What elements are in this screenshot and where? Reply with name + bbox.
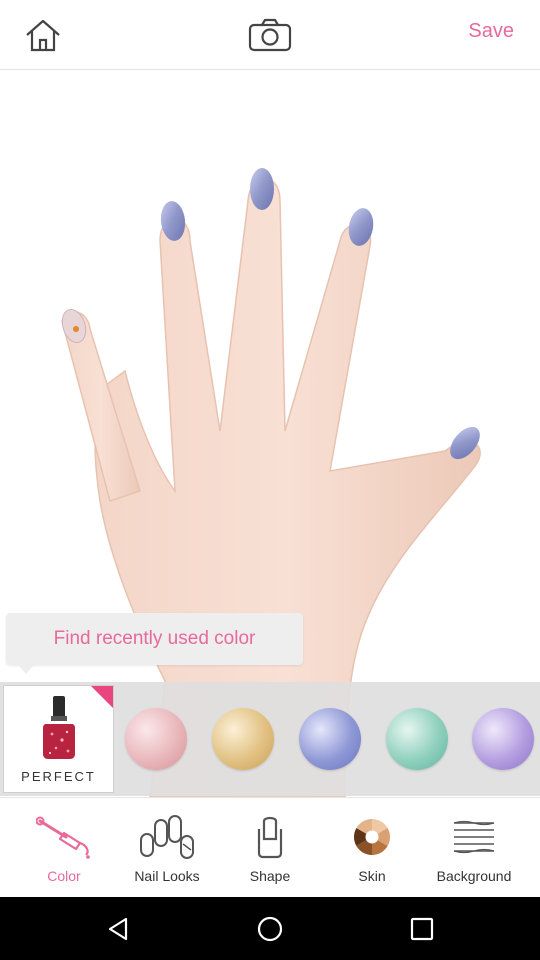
nail-shape-icon (257, 816, 283, 859)
recents-icon (410, 917, 434, 941)
camera-icon (248, 18, 292, 52)
nail-looks-icon (140, 815, 194, 859)
swatch-rose[interactable] (125, 708, 187, 770)
tab-nail-looks[interactable]: Nail Looks (115, 798, 219, 898)
save-button[interactable]: Save (468, 20, 514, 43)
back-icon (108, 917, 128, 941)
recents-button[interactable] (400, 911, 444, 947)
nail-polish-bottle-icon (43, 696, 75, 759)
home-nav-button[interactable] (248, 911, 292, 947)
tab-color[interactable]: Color (12, 798, 116, 898)
skin-tone-wheel-icon (353, 819, 391, 855)
tab-color-label: Color (47, 868, 81, 884)
tab-background[interactable]: Background (422, 798, 526, 898)
recent-color-tooltip[interactable]: Find recently used color (6, 613, 303, 665)
tab-background-label: Background (436, 868, 512, 884)
nail-middle[interactable] (250, 168, 274, 210)
swatch-periwinkle[interactable] (299, 708, 361, 770)
home-circle-icon (257, 916, 283, 942)
tab-nail-looks-label: Nail Looks (134, 868, 200, 884)
featured-polish-label: PERFECT (21, 769, 96, 784)
tab-shape[interactable]: Shape (218, 798, 322, 898)
swatch-lavender[interactable] (472, 708, 534, 770)
tab-skin-label: Skin (358, 868, 386, 884)
swatch-mint[interactable] (386, 708, 448, 770)
camera-button[interactable] (245, 14, 295, 56)
nail-studio-app: Save Find recently used color PERFECT Co… (0, 0, 540, 960)
top-bar: Save (0, 0, 540, 70)
bottom-tab-bar: Color Nail Looks Shape Skin Background (0, 797, 540, 897)
back-button[interactable] (97, 911, 141, 947)
home-button[interactable] (20, 14, 66, 56)
background-pattern-icon (453, 820, 495, 854)
nail-brush-icon (36, 816, 90, 859)
home-icon (26, 19, 60, 52)
swatch-gold[interactable] (212, 708, 274, 770)
corner-badge (91, 686, 113, 708)
tab-shape-label: Shape (249, 868, 291, 884)
tooltip-tail (18, 665, 34, 674)
system-navigation-bar (0, 897, 540, 960)
color-palette-strip: PERFECT (0, 682, 540, 796)
featured-polish-card[interactable]: PERFECT (3, 685, 114, 793)
tab-skin[interactable]: Skin (320, 798, 424, 898)
